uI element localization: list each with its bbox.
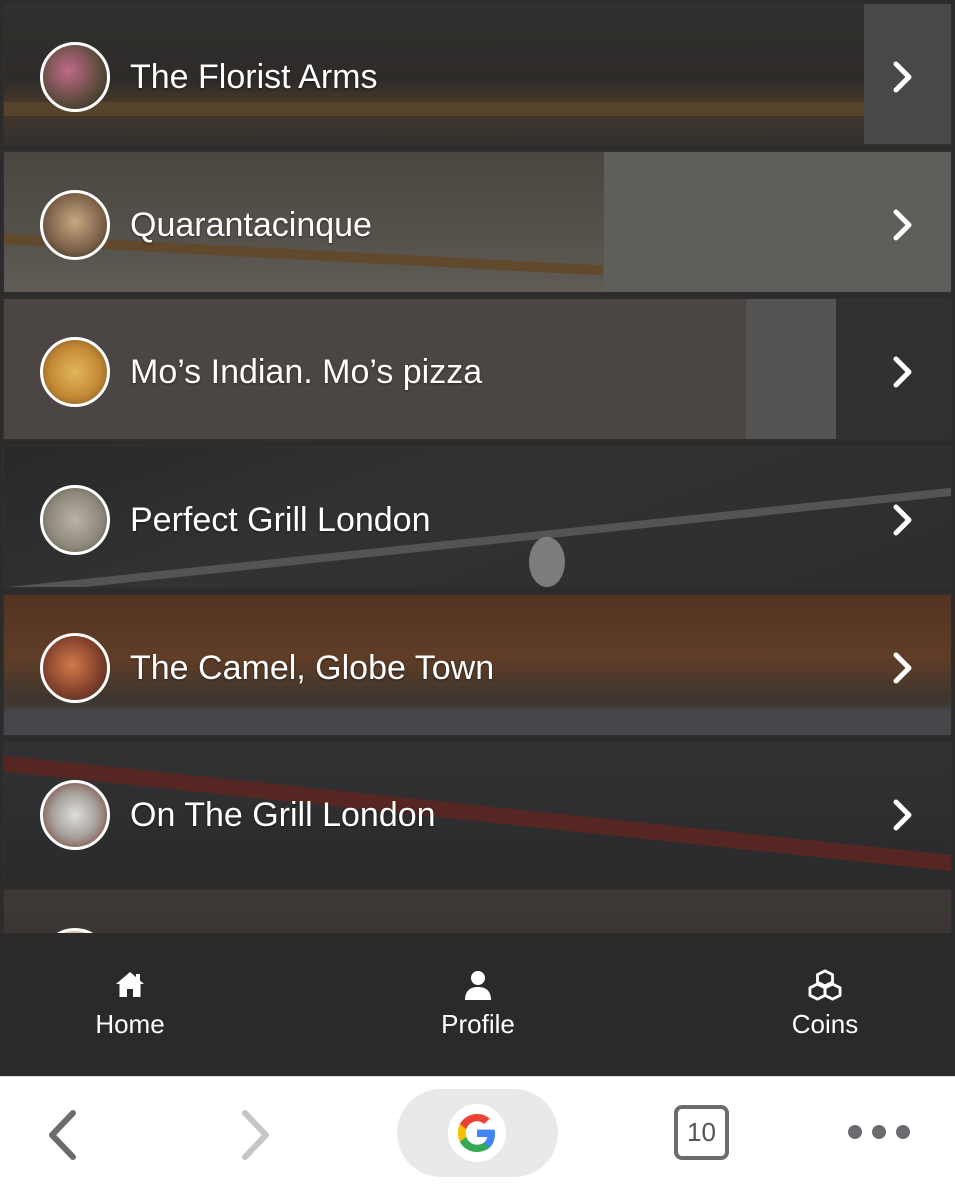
venue-row[interactable]: On The Grill London — [2, 740, 953, 884]
chevron-right-icon — [893, 209, 912, 241]
bottom-tab-bar: Home Profile Coins — [0, 933, 955, 1076]
google-search-button[interactable] — [397, 1089, 558, 1177]
app-root: The Florist Arms Quarantacinque Mo’s Ind… — [0, 0, 955, 1200]
venue-name: On The Grill London — [130, 796, 436, 834]
venue-name: Quarantacinque — [130, 206, 372, 244]
chevron-left-icon[interactable] — [40, 1105, 90, 1165]
tab-home[interactable]: Home — [30, 933, 230, 1076]
cubes-icon — [808, 969, 842, 1001]
venue-row[interactable] — [2, 888, 953, 933]
tab-home-label: Home — [95, 1009, 165, 1039]
venue-avatar — [40, 780, 110, 850]
google-g-icon — [448, 1104, 506, 1162]
venue-row[interactable]: The Camel, Globe Town — [2, 593, 953, 737]
chevron-right-icon[interactable] — [228, 1105, 278, 1165]
browser-toolbar: 10 — [0, 1076, 955, 1200]
venue-name: The Florist Arms — [130, 58, 378, 96]
venue-avatar — [40, 190, 110, 260]
venue-name: Perfect Grill London — [130, 501, 431, 539]
chevron-right-icon — [893, 61, 912, 93]
venue-name: The Camel, Globe Town — [130, 649, 495, 687]
venue-avatar — [40, 337, 110, 407]
chevron-right-icon — [893, 504, 912, 536]
venue-row[interactable]: The Florist Arms — [2, 2, 953, 146]
chevron-right-icon — [893, 799, 912, 831]
home-icon — [116, 972, 144, 997]
chevron-right-icon — [893, 652, 912, 684]
venue-row[interactable]: Perfect Grill London — [2, 445, 953, 589]
venue-row[interactable]: Mo’s Indian. Mo’s pizza — [2, 297, 953, 441]
tab-count: 10 — [687, 1117, 716, 1147]
tab-profile-label: Profile — [441, 1009, 515, 1039]
ellipsis-icon[interactable] — [846, 1117, 912, 1147]
tab-coins[interactable]: Coins — [725, 933, 925, 1076]
tab-profile[interactable]: Profile — [378, 933, 578, 1076]
venue-row[interactable]: Quarantacinque — [2, 150, 953, 294]
tab-coins-label: Coins — [791, 1009, 859, 1039]
venue-list[interactable]: The Florist Arms Quarantacinque Mo’s Ind… — [0, 0, 955, 933]
venue-avatar — [40, 42, 110, 112]
venue-avatar — [40, 485, 110, 555]
venue-avatar — [40, 633, 110, 703]
tab-switcher-button[interactable]: 10 — [674, 1105, 729, 1160]
person-icon — [465, 971, 491, 1000]
venue-name: Mo’s Indian. Mo’s pizza — [130, 353, 483, 391]
chevron-right-icon — [893, 356, 912, 388]
